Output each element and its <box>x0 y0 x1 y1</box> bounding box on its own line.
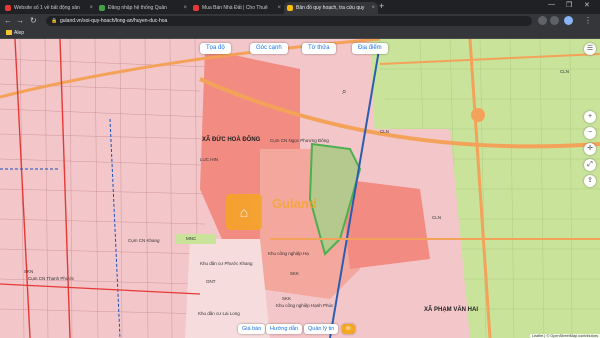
share-icon[interactable]: ⇪ <box>584 175 596 187</box>
forward-icon[interactable]: → <box>16 16 24 26</box>
tab-title: Mua Bán Nhà Đất | Cho Thuê <box>202 5 268 11</box>
dia-diem-button[interactable]: Địa điểm <box>352 43 388 54</box>
quan-ly-tin-button[interactable]: Quản lý tin <box>304 324 339 334</box>
tab-1[interactable]: Website số 1 về bất động sản × <box>2 2 96 14</box>
close-tab-icon[interactable]: × <box>371 2 375 14</box>
chat-icon[interactable]: ✉ <box>342 324 355 334</box>
menu-icon[interactable]: ⋮ <box>584 16 592 26</box>
minimize-icon[interactable]: — <box>548 1 555 8</box>
goc-canh-button[interactable]: Góc cạnh <box>250 43 288 54</box>
planning-map[interactable]: Tọa độ Góc cạnh Tờ thửa Địa điểm ☰ + − ✛… <box>0 39 600 338</box>
maximize-icon[interactable]: ❐ <box>566 1 572 9</box>
bookmark-label: Alep <box>14 30 25 36</box>
tab-4-active[interactable]: Bản đồ quy hoạch, tra cứu quy × <box>284 2 378 14</box>
reload-icon[interactable]: ↻ <box>30 16 37 26</box>
tab-favicon-icon <box>5 5 11 11</box>
bookmark-folder[interactable]: Alep <box>6 29 24 37</box>
label-ont: ONT <box>206 279 216 284</box>
label-skk-1: SKK <box>290 271 300 276</box>
tab-title: Website số 1 về bất động sản <box>14 5 80 11</box>
close-tab-icon[interactable]: × <box>277 2 281 14</box>
huong-dan-button[interactable]: Hướng dẫn <box>266 324 303 334</box>
label-cum-cn: Cụm CN Ngọc Phương Đông <box>270 138 329 143</box>
toa-do-button[interactable]: Tọa độ <box>200 43 231 54</box>
label-cum-cn-thanh-phuoc: Cụm CN Thạnh Phước <box>28 276 75 281</box>
lock-icon: 🔒 <box>51 18 58 24</box>
zoom-out-icon[interactable]: − <box>584 127 596 139</box>
fullscreen-icon[interactable]: ⤢ <box>584 159 596 171</box>
label-cum-cn-khang: Cụm CN Khang <box>128 238 160 243</box>
watermark-text: Guland <box>272 196 317 211</box>
gia-ban-button[interactable]: Giá bán <box>238 324 266 334</box>
star-icon[interactable] <box>550 16 559 25</box>
address-bar-row: ← → ↻ 🔒 guland.vn/soi-quy-hoach/long-an/… <box>0 14 600 28</box>
label-mnc: MNC <box>186 236 197 241</box>
to-thua-button[interactable]: Tờ thửa <box>302 43 336 54</box>
profile-avatar[interactable] <box>564 16 573 25</box>
close-tab-icon[interactable]: × <box>89 2 93 14</box>
new-tab-plus-icon[interactable]: + <box>379 1 384 11</box>
label-xa-pham-van-hai: XÃ PHẠM VĂN HAI <box>424 307 479 313</box>
folder-icon <box>6 30 12 36</box>
map-tiles <box>0 39 600 338</box>
label-skk-2: SKK <box>282 296 292 301</box>
label-khu-cn-hanh-phuc: Khu công nghiệp Hạnh Phúc <box>276 303 334 308</box>
label-khu-dan-cu-lai-long: Khu dân cư Lai Long <box>198 311 240 316</box>
label-luc-hin: LUC HIN <box>200 157 219 162</box>
tab-title: Đăng nhập hệ thống Quản <box>108 5 167 11</box>
back-icon[interactable]: ← <box>4 16 12 26</box>
close-window-icon[interactable]: ✕ <box>584 1 590 9</box>
url-field[interactable]: 🔒 guland.vn/soi-quy-hoach/long-an/huyen-… <box>46 16 532 26</box>
tab-title: Bản đồ quy hoạch, tra cứu quy <box>296 5 365 11</box>
bookmarks-bar: Alep <box>0 28 600 39</box>
map-layers-icon[interactable]: ☰ <box>584 43 596 55</box>
search-icon[interactable]: ⌕ <box>342 87 352 97</box>
tab-favicon-icon <box>287 5 293 11</box>
label-khu-cn: Khu công nghiệp Hạ <box>268 251 309 256</box>
zoom-in-icon[interactable]: + <box>584 111 596 123</box>
tab-3[interactable]: Mua Bán Nhà Đất | Cho Thuê × <box>190 2 284 14</box>
watermark-logo-icon: ⌂ <box>226 194 262 230</box>
label-cln-3: CLN <box>432 215 442 220</box>
tab-favicon-icon <box>99 5 105 11</box>
url-text: guland.vn/soi-quy-hoach/long-an/huyen-du… <box>60 18 168 24</box>
close-tab-icon[interactable]: × <box>183 2 187 14</box>
label-skn: SKN <box>24 269 34 274</box>
label-cln-1: CLN <box>380 129 390 134</box>
label-khu-dan-cu-phuoc-khang: Khu dân cư Phước Khang <box>200 261 253 266</box>
label-xa-duc-hoa-dong: XÃ ĐỨC HOÀ ĐÔNG <box>202 137 261 143</box>
extension-icon[interactable] <box>538 16 547 25</box>
compass-icon[interactable]: ✛ <box>584 143 596 155</box>
label-cln-2: CLN <box>560 69 570 74</box>
tab-2[interactable]: Đăng nhập hệ thống Quản × <box>96 2 190 14</box>
browser-tab-bar: Website số 1 về bất động sản × Đăng nhập… <box>0 0 600 14</box>
map-attribution: Leaflet | © OpenStreetMap contributors <box>529 334 600 338</box>
tab-favicon-icon <box>193 5 199 11</box>
